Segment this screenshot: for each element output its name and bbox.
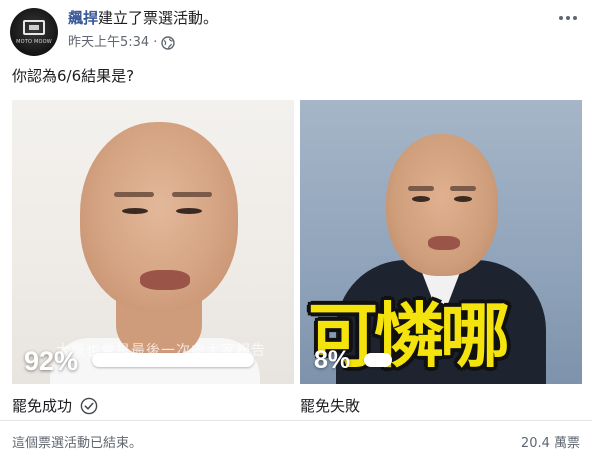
poll-footer: 這個票選活動已結束。 20.4 萬票 (0, 420, 592, 471)
poll-option-photo: 可憐哪 (300, 100, 582, 384)
poll-option-image-1[interactable]: 大概也會是最後一次向大家報告 92% (12, 100, 294, 384)
result-bar-fill (92, 353, 254, 367)
avatar-brand-text: MOTO MOOW (16, 39, 52, 45)
poll-option-label-1[interactable]: 罷免成功 (12, 396, 98, 416)
option-label-text: 罷免失敗 (300, 397, 361, 415)
photo-eye (122, 208, 148, 214)
result-bar (92, 353, 268, 367)
more-options-icon[interactable] (556, 8, 580, 28)
post-title-line: 飆捍建立了票選活動。 (68, 8, 218, 28)
timestamp-link[interactable]: 昨天上午5:34 (68, 34, 149, 52)
photo-eye (176, 208, 202, 214)
poll-option-image-2[interactable]: 可憐哪 8% (300, 100, 582, 384)
result-bar-fill (364, 353, 392, 367)
avatar[interactable]: MOTO MOOW (10, 8, 58, 56)
photo-mouth (140, 270, 190, 290)
photo-brow (114, 192, 154, 197)
photo-mouth (428, 236, 460, 250)
post-meta: 昨天上午5:34 · (68, 34, 176, 52)
post-header: MOTO MOOW 飆捍建立了票選活動。 昨天上午5:34 · (10, 8, 582, 56)
poll-status: 這個票選活動已結束。 (12, 436, 143, 451)
result-bar (364, 353, 570, 367)
photo-eye (454, 196, 472, 202)
globe-icon[interactable] (161, 36, 176, 50)
poll-option-photo: 大概也會是最後一次向大家報告 (12, 100, 294, 384)
tv-logo-icon (23, 20, 45, 35)
meta-separator: · (153, 35, 158, 50)
poll-option-label-2[interactable]: 罷免失敗 (300, 396, 360, 416)
photo-brow (408, 186, 434, 191)
check-circle-icon (80, 397, 98, 415)
vote-count-link[interactable]: 20.4 萬票 (521, 432, 580, 451)
photo-eye (412, 196, 430, 202)
option-label-text: 罷免成功 (12, 397, 73, 415)
photo-brow (450, 186, 476, 191)
post-action-text: 建立了票選活動。 (98, 9, 219, 27)
option-percent: 92% (24, 346, 79, 376)
photo-face (386, 134, 498, 276)
photo-brow (172, 192, 212, 197)
option-percent: 8% (314, 346, 351, 374)
poll-question: 你認為6/6結果是? (12, 67, 135, 85)
author-name-link[interactable]: 飆捍 (68, 9, 98, 27)
